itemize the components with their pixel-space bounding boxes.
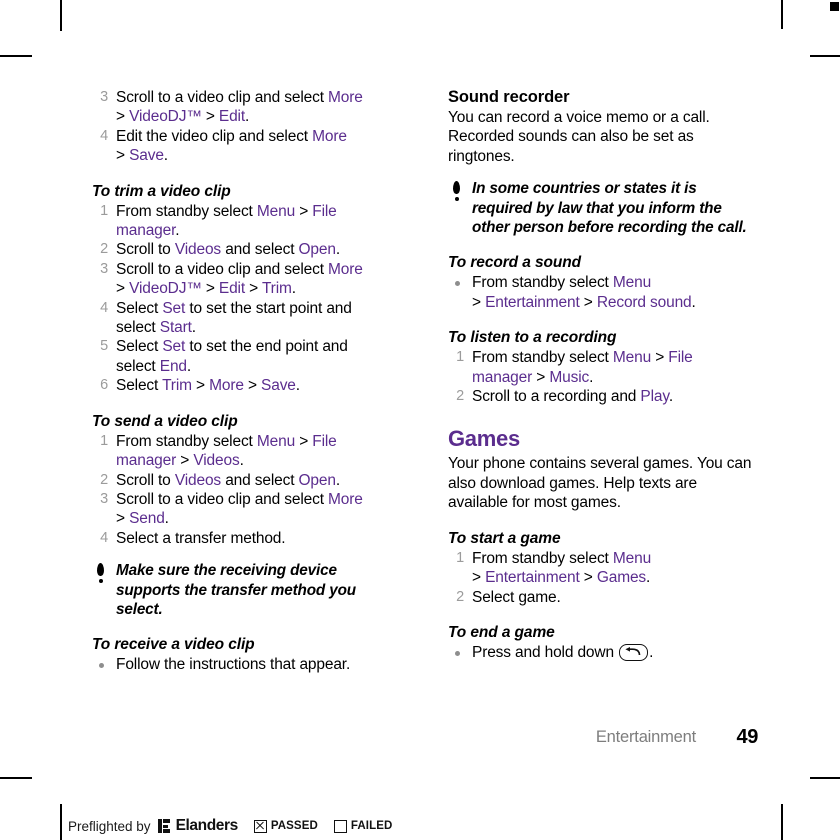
- end-game-steps-list: Press and hold down .: [448, 643, 754, 662]
- procedure-heading-record-sound: To record a sound: [448, 254, 581, 272]
- list-item: From standby select Menu > Entertainment …: [448, 273, 754, 312]
- page-footer: Entertainment 49: [448, 726, 759, 752]
- step-text: Scroll to Videos and select Open.: [116, 471, 341, 489]
- send-steps-list: 1 From standby select Menu > File manager…: [92, 432, 398, 548]
- list-item: Press and hold down .: [448, 643, 754, 662]
- step-number: 1: [100, 432, 108, 449]
- list-item: 2 Scroll to a recording and Play.: [448, 387, 754, 406]
- back-key-icon: [619, 643, 649, 661]
- failed-label: FAILED: [350, 820, 393, 832]
- section-heading-sound-recorder: Sound recorder: [448, 88, 570, 106]
- step-text: Edit the video clip and select More > Sav…: [116, 127, 347, 165]
- preflight-stamp: Preflighted by Elanders PASSED FAILED: [68, 815, 392, 837]
- footer-chapter-name: Entertainment: [595, 728, 696, 746]
- list-item: 2 Scroll to Videos and select Open.: [92, 471, 398, 490]
- sound-recorder-description: You can record a voice memo or a call. R…: [448, 109, 710, 165]
- failed-checkbox[interactable]: [333, 819, 347, 833]
- exclamation-note-icon: [452, 181, 461, 203]
- bullet-icon: [455, 650, 460, 656]
- right-column: Sound recorder You can record a voice me…: [448, 88, 754, 662]
- list-item: Follow the instructions that appear.: [92, 655, 398, 674]
- step-number: 3: [100, 490, 108, 507]
- step-text-pre: Press and hold down: [472, 643, 619, 661]
- step-text: Select Set to set the end point and selec…: [116, 338, 348, 375]
- step-text-post: .: [649, 643, 654, 661]
- step-text: Select Trim > More > Save.: [116, 377, 300, 395]
- step-text: From standby select Menu > Entertainment …: [472, 274, 696, 311]
- note-recording-law: In some countries or states it is requir…: [448, 166, 754, 237]
- step-number: 3: [100, 260, 108, 277]
- note-text: Make sure the receiving device supports …: [116, 562, 356, 618]
- procedure-heading-start-game: To start a game: [448, 529, 561, 547]
- listen-steps-list: 1 From standby select Menu > File manager…: [448, 348, 754, 406]
- list-item: 1 From standby select Menu > File manager…: [448, 348, 754, 387]
- step-text: Scroll to a video clip and select More > …: [116, 260, 363, 298]
- list-item: 2 Scroll to Videos and select Open.: [92, 240, 398, 259]
- step-number: 4: [100, 127, 108, 144]
- list-item: 4 Select Set to set the start point and s…: [92, 299, 398, 338]
- step-text: Select game.: [472, 588, 561, 606]
- step-number: 1: [456, 349, 464, 366]
- left-column: 3 Scroll to a video clip and select More…: [92, 88, 398, 675]
- list-item: 3 Scroll to a video clip and select More…: [92, 490, 398, 529]
- bullet-icon: [455, 281, 460, 287]
- section-heading-games: Games: [448, 426, 520, 452]
- step-text: From standby select Menu > Entertainment …: [472, 549, 652, 587]
- list-item: 4 Edit the video clip and select More > S…: [92, 127, 398, 166]
- step-number: 1: [456, 549, 464, 566]
- manual-page: 3 Scroll to a video clip and select More…: [0, 0, 840, 840]
- preflight-label: Preflighted by: [68, 818, 151, 834]
- step-text: Scroll to a recording and Play.: [472, 388, 673, 406]
- elanders-logo-icon: [157, 819, 171, 833]
- step-number: 4: [100, 529, 108, 546]
- step-text: Follow the instructions that appear.: [116, 656, 351, 674]
- list-item: 1 From standby select Menu > File manager…: [92, 432, 398, 471]
- note-text: In some countries or states it is requir…: [472, 180, 747, 237]
- procedure-heading-send-video: To send a video clip: [92, 412, 238, 430]
- procedure-heading-listen-recording: To listen to a recording: [448, 329, 617, 347]
- record-sound-steps-list: From standby select Menu > Entertainment …: [448, 273, 754, 312]
- step-number: 3: [100, 89, 108, 105]
- step-number: 2: [456, 588, 464, 605]
- trim-steps-list: 1 From standby select Menu > File manager…: [92, 202, 398, 396]
- list-item: 1 From standby select Menu > File manager…: [92, 202, 398, 241]
- step-number: 5: [100, 338, 108, 355]
- list-item: 3 Scroll to a video clip and select More…: [92, 88, 398, 127]
- step-number: 1: [100, 202, 108, 219]
- step-text: From standby select Menu > File manager >…: [116, 432, 337, 470]
- list-item: 2 Select game.: [448, 588, 754, 607]
- continued-steps-list: 3 Scroll to a video clip and select More…: [92, 88, 398, 166]
- step-text: From standby select Menu > File manager >…: [472, 349, 693, 386]
- step-text: Scroll to Videos and select Open.: [116, 241, 341, 259]
- passed-label: PASSED: [270, 820, 318, 832]
- step-number: 4: [100, 299, 108, 316]
- list-item: 5 Select Set to set the end point and sel…: [92, 337, 398, 376]
- procedure-heading-end-game: To end a game: [448, 623, 555, 641]
- receive-steps-list: Follow the instructions that appear.: [92, 655, 398, 674]
- list-item: 3 Scroll to a video clip and select More…: [92, 260, 398, 299]
- step-text: From standby select Menu > File manager.: [116, 202, 337, 240]
- start-game-steps-list: 1 From standby select Menu > Entertainmen…: [448, 549, 754, 607]
- bullet-icon: [99, 663, 104, 669]
- list-item: 1 From standby select Menu > Entertainmen…: [448, 549, 754, 588]
- step-text: Select a transfer method.: [116, 529, 286, 547]
- games-description: Your phone contains several games. You c…: [448, 455, 752, 512]
- procedure-heading-receive-video: To receive a video clip: [92, 636, 255, 654]
- step-number: 2: [456, 388, 464, 405]
- list-item: 4 Select a transfer method.: [92, 529, 398, 548]
- step-number: 2: [100, 471, 108, 488]
- step-text: Select Set to set the start point and sel…: [116, 299, 352, 337]
- preflight-brand-name: Elanders: [175, 817, 239, 834]
- procedure-heading-trim-video: To trim a video clip: [92, 182, 231, 200]
- note-transfer-method: Make sure the receiving device supports …: [92, 548, 398, 619]
- passed-checkbox[interactable]: [253, 819, 267, 833]
- step-text: Scroll to a video clip and select More > …: [116, 89, 363, 126]
- exclamation-note-icon: [96, 563, 105, 585]
- step-number: 2: [100, 241, 108, 258]
- page-number: 49: [736, 726, 759, 748]
- list-item: 6 Select Trim > More > Save.: [92, 376, 398, 395]
- step-number: 6: [100, 377, 108, 394]
- step-text: Scroll to a video clip and select More > …: [116, 490, 363, 528]
